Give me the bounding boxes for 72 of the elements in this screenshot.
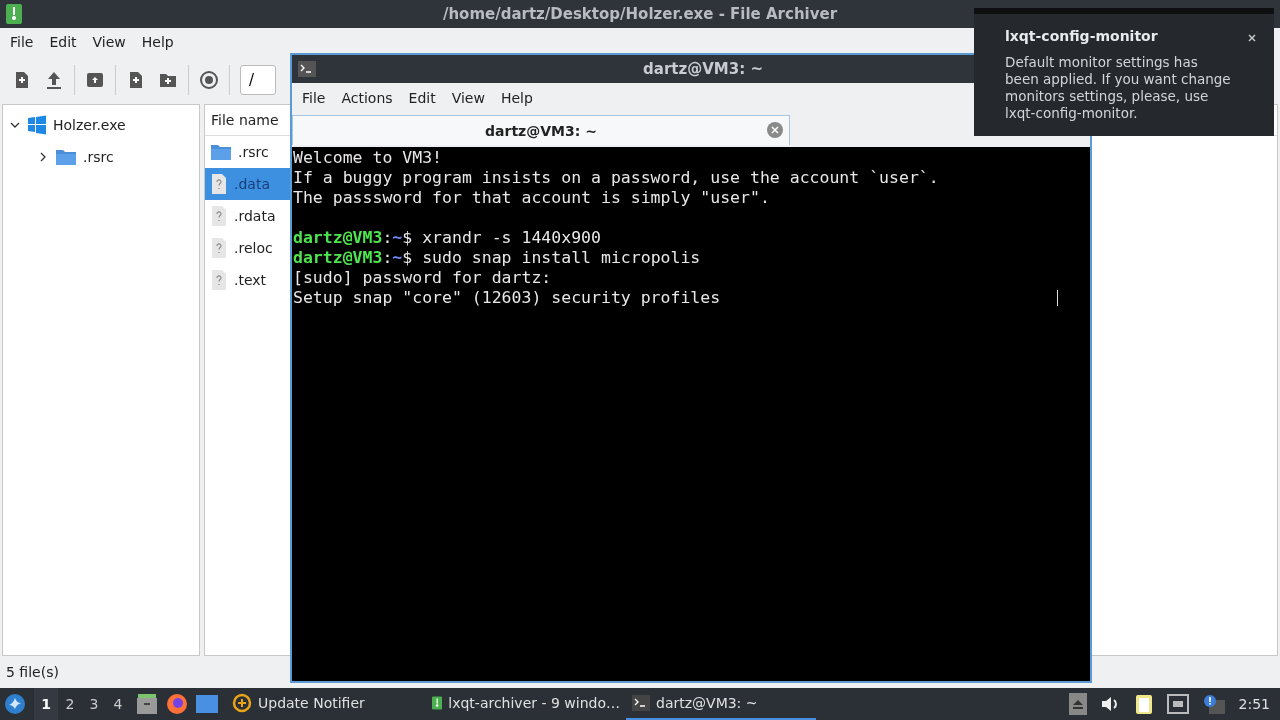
file-row[interactable]: .rsrc [205,136,294,168]
menu-item[interactable]: File [294,90,334,106]
terminal-line: Setup snap "core" (12603) security profiles [293,288,721,308]
file-row[interactable]: .reloc [205,232,294,264]
file-cabinet-icon[interactable] [136,694,158,714]
eject-icon[interactable] [1068,693,1087,715]
new-file-icon [128,71,144,89]
window-title: /home/dartz/Desktop/Holzer.exe - File Archiver [442,5,838,23]
desktop-switch[interactable]: 2 [58,688,82,720]
taskbar-button[interactable]: lxqt-archiver - 9 windo… [426,688,626,720]
file-row[interactable]: .text [205,264,294,296]
notification-body: Default monitor settings has been applied. If you want change monitors settings, please, use lxqt-config-monitor. [1005,54,1232,122]
path-field[interactable]: / [240,65,276,95]
unknown-file-icon [210,237,228,259]
file-name: .rsrc [238,144,269,160]
terminal-tab[interactable]: dartz@VM3: ~ [292,115,790,145]
menu-item[interactable]: Help [492,90,541,106]
folder-icon [210,143,232,161]
menu-item[interactable]: File [2,34,42,50]
new-file-icon [14,71,30,89]
archive-box-icon [86,72,104,88]
text-cursor [1057,290,1058,306]
unknown-file-icon [210,173,228,195]
menu-item[interactable]: View [443,90,493,106]
unknown-file-icon [210,269,228,291]
column-header[interactable]: File name [211,112,279,128]
terminal-icon [298,61,316,77]
status-text: 5 file(s) [6,664,59,680]
terminal-command: $ xrandr -s 1440x900 [402,228,601,247]
menu-item[interactable]: Actions [333,90,401,106]
browser-icon[interactable] [166,693,188,715]
prompt-user: dartz@VM3 [293,248,383,267]
file-name: .text [234,272,267,288]
prompt-path: ~ [392,248,403,267]
terminal-line: If a buggy program insists on a password, use the account `user`. [293,168,939,188]
file-name: .data [234,176,270,192]
upload-icon [46,71,62,89]
file-name: .rdata [234,208,276,224]
stop-icon [200,71,218,89]
prompt-separator: : [382,248,393,267]
add-folder-icon [159,72,177,88]
folder-icon [55,148,77,166]
taskbar-button[interactable]: dartz@VM3: ~ [626,688,816,720]
taskbar-button[interactable]: Update Notifier [226,688,426,720]
update-icon [232,693,252,713]
windows-logo-icon [27,115,47,135]
terminal-line: [sudo] password for dartz: [293,268,552,288]
file-row[interactable]: .rdata [205,200,294,232]
prompt-separator: : [382,228,393,247]
notification-title: lxqt-config-monitor [1005,28,1159,44]
desktop-switch[interactable]: 4 [106,688,130,720]
terminal-command: $ sudo snap install micropolis [402,248,701,267]
unknown-file-icon [210,205,228,227]
clock: 2:51 [1238,696,1270,712]
desktop-switch[interactable]: 1 [34,688,58,720]
tree-item[interactable]: .rsrc [83,149,114,165]
prompt-user: dartz@VM3 [293,228,383,247]
menu-item[interactable]: Help [133,34,182,50]
menu-item[interactable]: Edit [400,90,444,106]
menu-item[interactable]: View [84,34,134,50]
clipboard-icon[interactable] [1134,693,1153,715]
close-icon[interactable] [1248,34,1256,42]
alert-icon[interactable] [1202,694,1225,714]
file-name: .reloc [234,240,273,256]
terminal-icon [632,695,650,711]
prompt-path: ~ [392,228,403,247]
menu-item[interactable]: Edit [41,34,85,50]
window-title: dartz@VM3: ~ [643,60,763,78]
tree-item[interactable]: Holzer.exe [53,117,126,133]
desktop-switch[interactable]: 3 [82,688,106,720]
terminal-line: The passsword for that account is simply "user". [293,188,770,208]
terminal-line: Welcome to VM3! [293,148,442,168]
